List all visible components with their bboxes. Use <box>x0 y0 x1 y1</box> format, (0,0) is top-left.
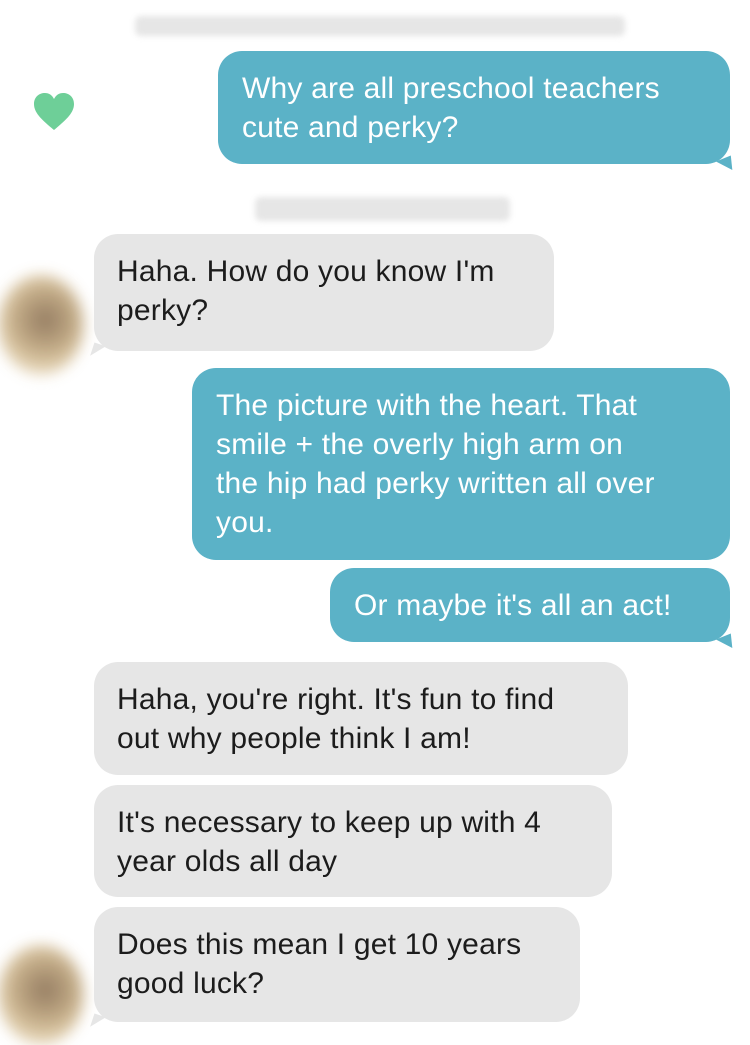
avatar[interactable] <box>0 945 84 1045</box>
message-text-line: out why people think I am! <box>117 722 471 755</box>
message-bubble-incoming[interactable]: Does this mean I get 10 years good luck? <box>94 907 580 1022</box>
message-text-line: year olds all day <box>117 845 338 878</box>
message-text-line: perky? <box>117 294 209 327</box>
message-text-line: It's necessary to keep up with 4 <box>117 806 542 839</box>
blurred-timestamp <box>135 16 625 36</box>
message-text-line: you. <box>216 506 274 539</box>
message-text-line: Or maybe it's all an act! <box>354 589 672 622</box>
message-text-line: cute and perky? <box>242 111 459 144</box>
heart-icon[interactable] <box>33 92 75 132</box>
message-text-line: the hip had perky written all over <box>216 467 655 500</box>
message-text-line: Haha, you're right. It's fun to find <box>117 683 555 716</box>
message-bubble-incoming[interactable]: Haha. How do you know I'm perky? <box>94 234 554 351</box>
blurred-timestamp <box>255 197 510 221</box>
message-bubble-incoming[interactable]: Haha, you're right. It's fun to find out… <box>94 662 628 775</box>
message-text-line: Does this mean I get 10 years <box>117 928 522 961</box>
message-text-line: good luck? <box>117 967 265 1000</box>
message-bubble-outgoing[interactable]: The picture with the heart. That smile +… <box>192 368 730 560</box>
message-text-line: The picture with the heart. That <box>216 389 638 422</box>
message-text-line: Why are all preschool teachers <box>242 72 660 105</box>
message-text-line: smile + the overly high arm on <box>216 428 624 461</box>
message-bubble-incoming[interactable]: It's necessary to keep up with 4 year ol… <box>94 785 612 897</box>
avatar[interactable] <box>0 275 84 375</box>
message-bubble-outgoing[interactable]: Or maybe it's all an act! <box>330 568 730 642</box>
message-bubble-outgoing[interactable]: Why are all preschool teachers cute and … <box>218 51 730 164</box>
message-text-line: Haha. How do you know I'm <box>117 255 495 288</box>
